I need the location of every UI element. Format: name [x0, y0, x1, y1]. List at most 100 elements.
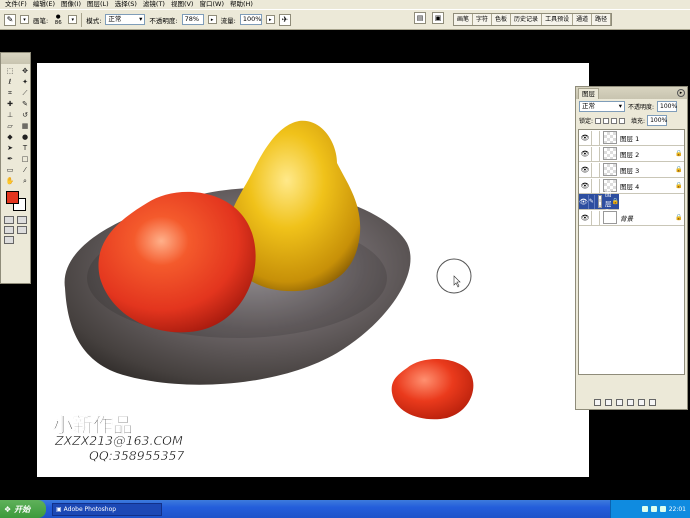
palette-tab-history[interactable]: 历史记录	[511, 14, 543, 25]
lock-image-checkbox[interactable]	[603, 117, 610, 124]
healing-brush-tool-icon[interactable]: ✚	[4, 99, 16, 110]
blur-tool-icon[interactable]: ◆	[4, 132, 16, 143]
photoshop-icon: ▣	[56, 505, 62, 513]
menu-select[interactable]: 选择(S)	[112, 0, 140, 9]
palette-tab-character[interactable]: 字符	[473, 14, 493, 25]
airbrush-icon[interactable]: ✈	[278, 13, 291, 26]
eye-icon[interactable]: 👁	[579, 150, 591, 158]
quick-mask-icon[interactable]	[17, 216, 27, 224]
link-slot[interactable]	[591, 178, 600, 193]
tray-icon[interactable]	[650, 506, 657, 512]
eye-icon[interactable]: 👁	[579, 182, 591, 190]
marquee-tool-icon[interactable]: ⬚	[4, 66, 16, 77]
link-slot[interactable]	[591, 130, 600, 145]
panel-menu-icon[interactable]: ▸	[677, 89, 685, 97]
palette-well-icon[interactable]: ▣	[432, 12, 444, 24]
layer-style-icon[interactable]	[594, 398, 601, 406]
layer-row-2[interactable]: 👁 图层 2 🔒	[579, 146, 684, 162]
document-canvas[interactable]: 小新作品 ZXZX213@163.COM QQ:358955357	[37, 63, 589, 477]
palette-tab-brushes[interactable]: 画笔	[454, 14, 474, 25]
layers-panel-titlebar[interactable]: 图层 ▸	[576, 87, 687, 99]
screen-mode-standard-icon[interactable]	[4, 226, 14, 234]
pen-tool-icon[interactable]: ✒	[4, 154, 16, 165]
layer-row-background[interactable]: 👁 背景 🔒	[579, 210, 684, 226]
trash-icon[interactable]	[649, 398, 656, 406]
menu-file[interactable]: 文件(F)	[2, 0, 30, 9]
lasso-tool-icon[interactable]: ℓ	[4, 77, 16, 88]
history-brush-tool-icon[interactable]: ↺	[19, 110, 31, 121]
tab-layers[interactable]: 图层	[578, 87, 599, 99]
gradient-tool-icon[interactable]: ▦	[19, 121, 31, 132]
layer-row-1[interactable]: 👁 图层 1	[579, 130, 684, 146]
layer-mask-icon[interactable]	[605, 398, 612, 406]
menu-edit[interactable]: 编辑(E)	[30, 0, 58, 9]
tray-icon[interactable]	[641, 506, 648, 512]
eye-icon[interactable]: 👁	[579, 198, 588, 206]
layer-blend-select[interactable]: 正常 ▾	[579, 101, 625, 112]
palette-tab-swatches[interactable]: 色板	[492, 14, 512, 25]
opacity-input[interactable]: 78%	[181, 14, 204, 25]
move-tool-icon[interactable]: ✥	[19, 66, 31, 77]
dodge-tool-icon[interactable]: ●	[19, 132, 31, 143]
type-tool-icon[interactable]: T	[19, 143, 31, 154]
menu-view[interactable]: 视图(V)	[168, 0, 197, 9]
foreground-color-swatch[interactable]	[6, 191, 19, 204]
eraser-tool-icon[interactable]: ▱	[4, 121, 16, 132]
new-layer-icon[interactable]	[638, 398, 645, 406]
palette-tab-tool-presets[interactable]: 工具预设	[542, 14, 574, 25]
link-slot[interactable]	[591, 146, 600, 161]
menu-filter[interactable]: 滤镜(T)	[140, 0, 168, 9]
brush-tool-icon[interactable]: ✎	[19, 99, 31, 110]
layer-row-5[interactable]: 👁 ✎ 图层 5 🔒	[579, 190, 619, 216]
brush-link-icon[interactable]: ✎	[587, 194, 595, 209]
layer-row-3[interactable]: 👁 图层 3 🔒	[579, 162, 684, 178]
eyedropper-tool-icon[interactable]: ⁄	[19, 165, 31, 176]
file-browser-icon[interactable]: ▤	[414, 12, 426, 24]
brush-dropdown-icon[interactable]: ▾	[68, 15, 78, 24]
slice-tool-icon[interactable]: ⟋	[19, 88, 31, 99]
lock-position-checkbox[interactable]	[611, 117, 618, 124]
link-slot[interactable]	[591, 162, 600, 177]
toolbox-header[interactable]	[1, 53, 30, 64]
volume-icon[interactable]	[659, 506, 666, 512]
screen-mode-full-icon[interactable]	[17, 226, 27, 234]
opacity-slider-icon[interactable]: ▸	[207, 15, 217, 24]
menu-help[interactable]: 帮助(H)	[227, 0, 256, 9]
eye-icon[interactable]: 👁	[579, 134, 591, 142]
standard-mode-icon[interactable]	[4, 216, 14, 224]
tool-preset-dropdown-icon[interactable]: ▾	[20, 15, 29, 24]
eye-icon[interactable]: 👁	[579, 166, 591, 174]
mode-select[interactable]: 正常 ▾	[105, 14, 146, 25]
brush-tool-icon[interactable]: ✎	[4, 13, 16, 26]
notes-tool-icon[interactable]: ▭	[4, 165, 16, 176]
palette-tab-channels[interactable]: 通道	[573, 14, 593, 25]
clone-stamp-tool-icon[interactable]: ⊥	[4, 110, 16, 121]
layer-opacity-input[interactable]: 100%	[657, 101, 677, 112]
path-selection-tool-icon[interactable]: ➤	[4, 143, 16, 154]
layer-row-4[interactable]: 👁 图层 4 🔒	[579, 178, 684, 194]
jump-to-imageready-icon[interactable]	[4, 236, 14, 244]
lock-transparency-checkbox[interactable]	[595, 117, 602, 124]
link-slot[interactable]	[591, 210, 600, 225]
hand-tool-icon[interactable]: ✋	[4, 176, 16, 187]
lock-all-checkbox[interactable]	[619, 117, 626, 124]
menu-window[interactable]: 窗口(W)	[196, 0, 227, 9]
flow-slider-icon[interactable]: ▸	[265, 15, 275, 24]
menu-image[interactable]: 图像(I)	[58, 0, 84, 9]
menu-layer[interactable]: 图层(L)	[84, 0, 112, 9]
tool-grid: ⬚ ✥ ℓ ✦ ⌗ ⟋ ✚ ✎ ⊥ ↺ ▱ ▦ ◆ ● ➤ T ✒ □ ▭ ⁄ …	[1, 64, 30, 189]
crop-tool-icon[interactable]: ⌗	[4, 88, 16, 99]
start-button[interactable]: ❖ 开始	[0, 500, 46, 518]
fill-input[interactable]: 100%	[647, 115, 667, 126]
shape-tool-icon[interactable]: □	[19, 154, 31, 165]
zoom-tool-icon[interactable]: ⌕	[19, 176, 31, 187]
flow-input[interactable]: 100%	[239, 14, 262, 25]
brush-preset-picker[interactable]: ● 86	[52, 14, 64, 26]
palette-tab-paths[interactable]: 路径	[592, 14, 612, 25]
new-set-icon[interactable]	[616, 398, 623, 406]
taskbar-item-photoshop[interactable]: ▣ Adobe Photoshop	[52, 502, 162, 516]
lock-icon: 🔒	[675, 166, 683, 173]
adjustment-layer-icon[interactable]	[627, 398, 634, 406]
magic-wand-tool-icon[interactable]: ✦	[19, 77, 31, 88]
eye-icon[interactable]: 👁	[579, 214, 591, 222]
